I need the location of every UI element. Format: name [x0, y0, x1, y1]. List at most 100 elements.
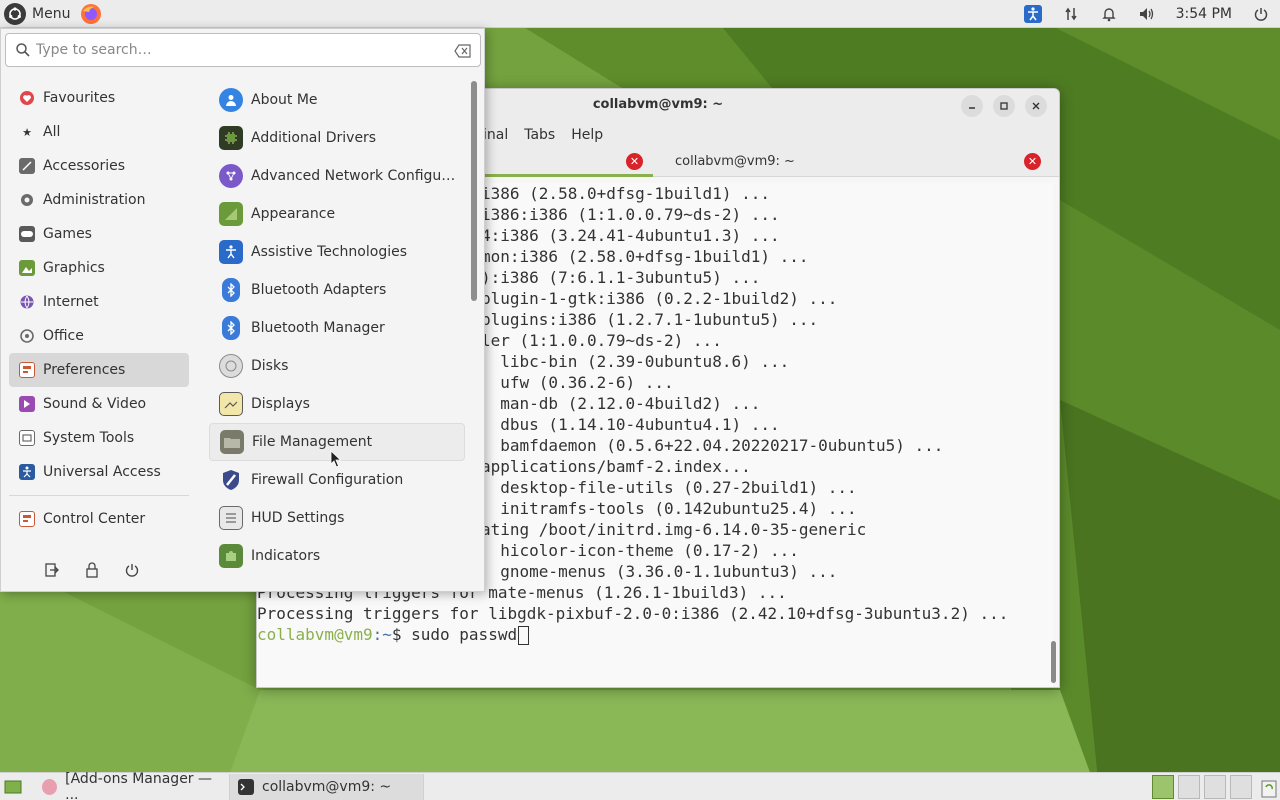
show-desktop-icon[interactable]: [2, 776, 24, 798]
volume-icon[interactable]: [1128, 0, 1166, 28]
category-all[interactable]: ★ All: [9, 115, 189, 149]
category-system-tools[interactable]: System Tools: [9, 421, 189, 455]
workspace-2[interactable]: [1178, 775, 1200, 799]
universal-access-icon: [19, 464, 35, 480]
logout-icon[interactable]: [41, 559, 63, 581]
app-label: Indicators: [251, 548, 321, 564]
category-label: Preferences: [43, 362, 126, 378]
notification-icon[interactable]: [1090, 0, 1128, 28]
task-label: [Add-ons Manager — ...: [65, 770, 213, 800]
tab-label[interactable]: collabvm@vm9: ~: [675, 154, 795, 169]
bluetooth-icon: [222, 316, 240, 340]
clear-search-icon[interactable]: [454, 43, 472, 58]
category-label: Graphics: [43, 260, 105, 276]
prompt-user: collabvm@vm9: [257, 625, 373, 644]
app-additional-drivers[interactable]: Additional Drivers: [209, 119, 465, 157]
close-tab-icon[interactable]: ✕: [626, 153, 643, 170]
close-button[interactable]: [1025, 95, 1047, 117]
appearance-icon: [219, 202, 243, 226]
app-label: Assistive Technologies: [251, 244, 408, 260]
app-about-me[interactable]: About Me: [209, 81, 465, 119]
terminal-line: ufw (0.36.2-6) ...: [481, 373, 674, 392]
app-hud-settings[interactable]: HUD Settings: [209, 499, 465, 537]
category-sound-video[interactable]: Sound & Video: [9, 387, 189, 421]
workspace-3[interactable]: [1204, 775, 1226, 799]
category-label: Office: [43, 328, 84, 344]
taskbar-button-terminal[interactable]: collabvm@vm9: ~: [230, 773, 424, 800]
hud-icon: [219, 506, 243, 530]
network-icon[interactable]: [1052, 0, 1090, 28]
shutdown-icon[interactable]: [121, 559, 143, 581]
clock[interactable]: 3:54 PM: [1166, 6, 1242, 22]
terminal-line: ler (1:1.0.0.79~ds-2) ...: [481, 331, 722, 350]
terminal-line: initramfs-tools (0.142ubuntu25.4) ...: [481, 499, 857, 518]
category-label: Favourites: [43, 90, 116, 106]
terminal-line: gnome-menus (3.36.0-1.1ubuntu3) ...: [481, 562, 838, 581]
app-appearance[interactable]: Appearance: [209, 195, 465, 233]
firefox-icon[interactable]: [80, 3, 102, 25]
active-tab-indicator: [483, 174, 653, 177]
accessibility-icon[interactable]: [1014, 0, 1052, 28]
category-universal-access[interactable]: Universal Access: [9, 455, 189, 489]
workspace-4[interactable]: [1230, 775, 1252, 799]
chip-icon: [219, 126, 243, 150]
app-advanced-network[interactable]: Advanced Network Configu…: [209, 157, 465, 195]
app-assistive-technologies[interactable]: Assistive Technologies: [209, 233, 465, 271]
graphics-icon: [19, 260, 35, 276]
taskbar-button-firefox[interactable]: [Add-ons Manager — ...: [34, 770, 230, 800]
menu-tabs[interactable]: Tabs: [524, 127, 555, 143]
minimize-button[interactable]: [961, 95, 983, 117]
menu-help[interactable]: Help: [571, 127, 603, 143]
category-label: Games: [43, 226, 92, 242]
close-tab-icon[interactable]: ✕: [1024, 153, 1041, 170]
workspace-switcher: [1148, 773, 1280, 800]
app-label: About Me: [251, 92, 318, 108]
session-actions: [41, 559, 143, 581]
category-list: Favourites ★ All Accessories Administrati…: [9, 81, 189, 536]
workspace-1[interactable]: [1152, 775, 1174, 799]
power-icon[interactable]: [1242, 0, 1280, 28]
app-label: File Management: [252, 434, 373, 450]
terminal-line: dbus (1.14.10-4ubuntu4.1) ...: [481, 415, 780, 434]
terminal-icon: [238, 778, 254, 795]
search-input[interactable]: [36, 38, 446, 62]
terminal-line: 4:i386 (3.24.41-4ubuntu1.3) ...: [481, 226, 780, 245]
category-favourites[interactable]: Favourites: [9, 81, 189, 115]
prompt-line: collabvm@vm9:~$ sudo passwd: [257, 624, 530, 645]
category-preferences[interactable]: Preferences: [9, 353, 189, 387]
category-internet[interactable]: Internet: [9, 285, 189, 319]
app-label: Firewall Configuration: [251, 472, 404, 488]
terminal-line: ating /boot/initrd.img-6.14.0-35-generic: [481, 520, 867, 539]
menu-terminal[interactable]: inal: [483, 127, 508, 143]
menu-button[interactable]: Menu: [0, 0, 74, 28]
category-games[interactable]: Games: [9, 217, 189, 251]
app-displays[interactable]: Displays: [209, 385, 465, 423]
category-graphics[interactable]: Graphics: [9, 251, 189, 285]
mouse-pointer-icon: [330, 450, 342, 468]
app-disks[interactable]: Disks: [209, 347, 465, 385]
control-center-item[interactable]: Control Center: [9, 502, 189, 536]
app-label: HUD Settings: [251, 510, 345, 526]
terminal-scrollbar[interactable]: [1051, 641, 1056, 683]
app-list-scrollbar[interactable]: [471, 81, 477, 301]
app-label: Advanced Network Configu…: [251, 168, 456, 184]
app-bluetooth-manager[interactable]: Bluetooth Manager: [209, 309, 465, 347]
application-menu: Favourites ★ All Accessories Administrati…: [0, 28, 485, 592]
category-label: System Tools: [43, 430, 135, 446]
maximize-button[interactable]: [993, 95, 1015, 117]
typed-command: sudo passwd: [411, 625, 518, 644]
category-administration[interactable]: Administration: [9, 183, 189, 217]
category-accessories[interactable]: Accessories: [9, 149, 189, 183]
trash-icon[interactable]: [1258, 775, 1280, 799]
system-tools-icon: [19, 430, 35, 446]
category-office[interactable]: Office: [9, 319, 189, 353]
category-label: Universal Access: [43, 464, 161, 480]
app-label: Bluetooth Adapters: [251, 282, 387, 298]
lock-icon[interactable]: [81, 559, 103, 581]
star-icon: ★: [22, 125, 32, 139]
category-label: Sound & Video: [43, 396, 147, 412]
disk-icon: [219, 354, 243, 378]
app-bluetooth-adapters[interactable]: Bluetooth Adapters: [209, 271, 465, 309]
terminal-line: i386 (2.58.0+dfsg-1build1) ...: [481, 184, 770, 203]
app-indicators[interactable]: Indicators: [209, 537, 465, 575]
